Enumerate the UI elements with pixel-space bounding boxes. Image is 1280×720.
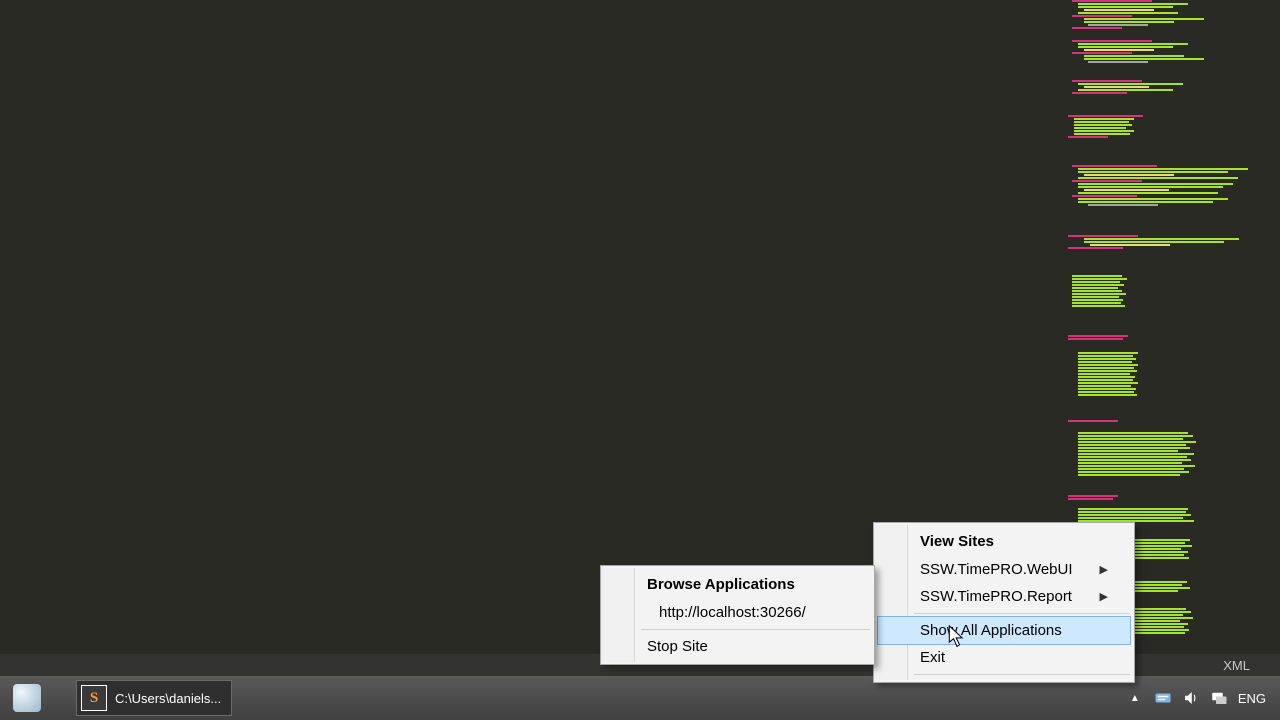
menu-item-label: Show All Applications (920, 622, 1062, 639)
menu-separator (641, 629, 870, 630)
start-button[interactable] (0, 676, 54, 720)
menu-separator (914, 613, 1130, 614)
taskbar-app-label: C:\Users\daniels... (115, 691, 221, 706)
submenu-header-browse-apps: Browse Applications (601, 570, 874, 599)
menu-item-site-webui[interactable]: SSW.TimePRO.WebUI ▶ (874, 556, 1134, 583)
menu-item-site-report[interactable]: SSW.TimePRO.Report ▶ (874, 583, 1134, 610)
menu-item-exit[interactable]: Exit (874, 644, 1134, 671)
site-submenu: Browse Applications http://localhost:302… (600, 565, 875, 665)
iis-express-tray-menu: View Sites SSW.TimePRO.WebUI ▶ SSW.TimeP… (873, 522, 1135, 683)
sublime-text-icon: S (81, 685, 107, 711)
menu-item-label: http://localhost:30266/ (659, 604, 806, 621)
menu-item-url[interactable]: http://localhost:30266/ (601, 599, 874, 626)
menu-item-stop-site[interactable]: Stop Site (601, 633, 874, 660)
windows-logo-icon (13, 684, 41, 712)
menu-item-label: Stop Site (647, 638, 708, 655)
submenu-arrow-icon: ▶ (1100, 563, 1108, 576)
system-tray: ▲ ENG (1126, 676, 1280, 720)
language-indicator[interactable]: ENG (1238, 691, 1266, 706)
menu-item-label: SSW.TimePRO.Report (920, 588, 1072, 605)
menu-separator (914, 674, 1130, 675)
taskbar-app-sublime[interactable]: S C:\Users\daniels... (76, 680, 232, 716)
menu-header-view-sites: View Sites (874, 527, 1134, 556)
menu-item-label: SSW.TimePRO.WebUI (920, 561, 1073, 578)
show-hidden-icons-button[interactable]: ▲ (1126, 689, 1144, 707)
editor-scrollbar[interactable] (1259, 0, 1280, 660)
syntax-indicator[interactable]: XML (1223, 658, 1250, 673)
volume-icon[interactable] (1182, 689, 1200, 707)
menu-item-show-all-applications[interactable]: Show All Applications (877, 616, 1131, 645)
iis-express-tray-icon[interactable] (1154, 689, 1172, 707)
submenu-arrow-icon: ▶ (1100, 590, 1108, 603)
menu-item-label: Exit (920, 649, 945, 666)
network-icon[interactable] (1210, 689, 1228, 707)
